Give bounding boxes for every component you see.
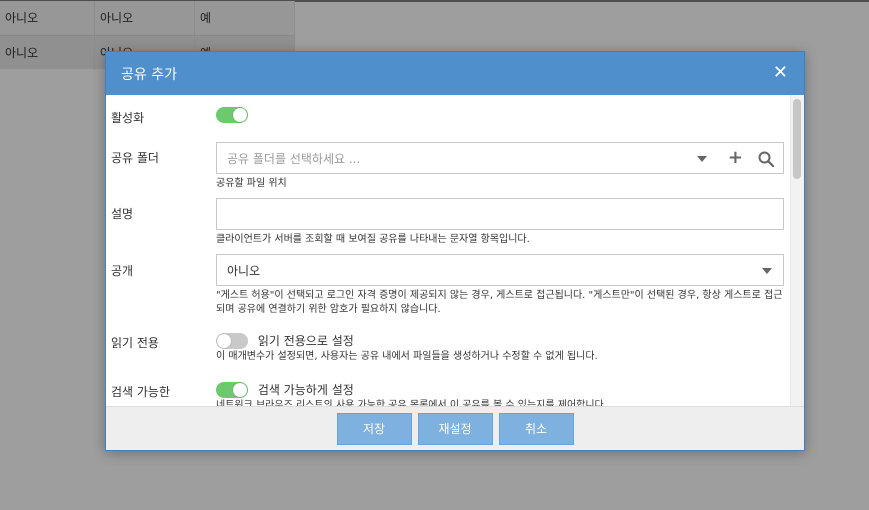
enable-toggle[interactable] xyxy=(216,107,248,123)
toggle-knob xyxy=(233,382,247,397)
scrollbar-thumb[interactable] xyxy=(793,99,801,179)
public-label: 공개 xyxy=(111,264,134,278)
dialog-header: 공유 추가 ✕ xyxy=(106,52,804,95)
scrollbar[interactable] xyxy=(790,95,804,407)
chevron-down-icon[interactable] xyxy=(697,156,707,162)
description-input[interactable] xyxy=(216,198,784,230)
read-only-toggle-label: 읽기 전용으로 설정 xyxy=(257,334,354,348)
description-label: 설명 xyxy=(111,207,134,221)
public-hint: "게스트 허용"이 선택되고 로그인 자격 증명이 제공되지 않는 경우, 게스… xyxy=(216,290,783,315)
read-only-label: 읽기 전용 xyxy=(111,336,159,350)
public-select[interactable]: 아니오 xyxy=(216,254,784,286)
share-folder-placeholder: 공유 폴더를 선택하세요 ... xyxy=(227,151,361,166)
enable-label: 활성화 xyxy=(111,111,145,125)
public-value: 아니오 xyxy=(227,263,261,278)
add-share-dialog: 공유 추가 ✕ 활성화 공유 폴더 공유 폴더를 선택하세요 ... + 공유할… xyxy=(105,51,805,451)
read-only-toggle[interactable] xyxy=(216,332,248,349)
plus-icon[interactable]: + xyxy=(728,149,743,167)
search-icon[interactable] xyxy=(758,151,774,167)
close-icon[interactable]: ✕ xyxy=(773,64,788,82)
browsable-toggle-label: 검색 가능하게 설정 xyxy=(257,383,354,397)
share-folder-select[interactable]: 공유 폴더를 선택하세요 ... + xyxy=(216,142,784,174)
share-folder-label: 공유 폴더 xyxy=(111,151,159,165)
dialog-footer: 저장 재설정 취소 xyxy=(106,406,804,450)
chevron-down-icon[interactable] xyxy=(762,268,772,274)
reset-button[interactable]: 재설정 xyxy=(417,412,493,445)
dialog-body: 활성화 공유 폴더 공유 폴더를 선택하세요 ... + 공유할 파일 위치 설… xyxy=(106,95,804,407)
cancel-button[interactable]: 취소 xyxy=(498,412,574,445)
save-button[interactable]: 저장 xyxy=(336,412,412,445)
share-folder-hint: 공유할 파일 위치 xyxy=(216,178,287,189)
toggle-knob xyxy=(233,108,247,122)
browsable-label: 검색 가능한 xyxy=(111,385,171,399)
dialog-title: 공유 추가 xyxy=(121,66,177,83)
browsable-toggle[interactable] xyxy=(216,381,248,398)
toggle-knob xyxy=(217,333,231,348)
description-hint: 클라이언트가 서버를 조회할 때 보여질 공유를 나타내는 문자열 항목입니다. xyxy=(216,234,530,245)
read-only-hint: 이 매개변수가 설정되면, 사용자는 공유 내에서 파일들을 생성하거나 수정할… xyxy=(216,351,598,362)
